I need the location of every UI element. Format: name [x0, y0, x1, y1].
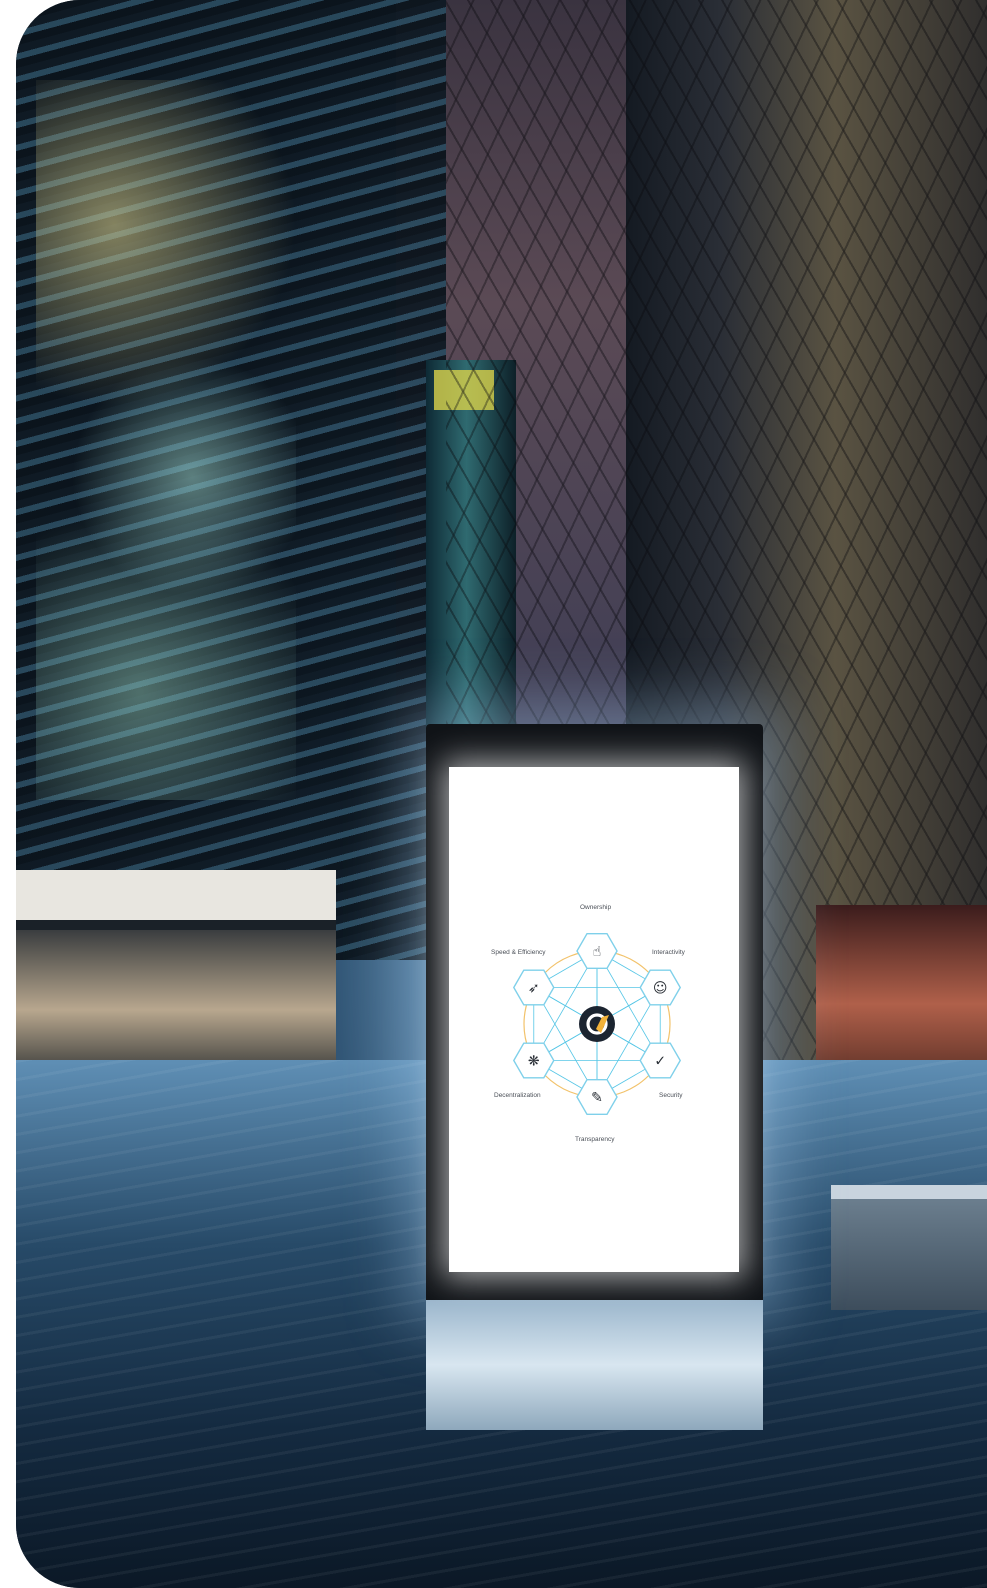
feature-label-speed-efficiency: Speed & Efficiency — [491, 949, 546, 956]
document-edit-icon: ✎ — [576, 1078, 618, 1116]
icon-glyph: ✎ — [591, 1090, 603, 1106]
feature-label-interactivity: Interactivity — [652, 949, 685, 956]
building-lights — [36, 80, 296, 800]
person-icon: ☺ — [639, 969, 682, 1006]
storefront-left — [16, 870, 336, 1090]
feature-diagram: ☝ ☺ ✓ ✎ ❋ ➶ — [512, 932, 682, 1116]
kiosk-base — [426, 1300, 763, 1430]
rocket-icon: ➶ — [512, 969, 555, 1006]
icon-glyph: ✓ — [654, 1054, 666, 1070]
stone-bench — [831, 1185, 987, 1310]
icon-glyph: ☝ — [593, 944, 602, 960]
center-logo — [579, 1006, 615, 1042]
billboard-screen: ☝ ☺ ✓ ✎ ❋ ➶ Ownership Interactivity Security … — [449, 767, 739, 1272]
logo-icon — [579, 1006, 615, 1042]
icon-glyph: ❋ — [528, 1054, 540, 1070]
feature-label-transparency: Transparency — [575, 1136, 615, 1143]
icon-glyph: ➶ — [528, 981, 540, 997]
network-icon: ❋ — [512, 1042, 555, 1079]
feature-label-security: Security — [659, 1092, 683, 1099]
fingerprint-icon: ☝ — [576, 932, 618, 970]
icon-glyph: ☺ — [653, 981, 668, 997]
feature-label-decentralization: Decentralization — [494, 1092, 541, 1099]
shield-check-icon: ✓ — [639, 1042, 682, 1079]
feature-label-ownership: Ownership — [580, 904, 612, 911]
